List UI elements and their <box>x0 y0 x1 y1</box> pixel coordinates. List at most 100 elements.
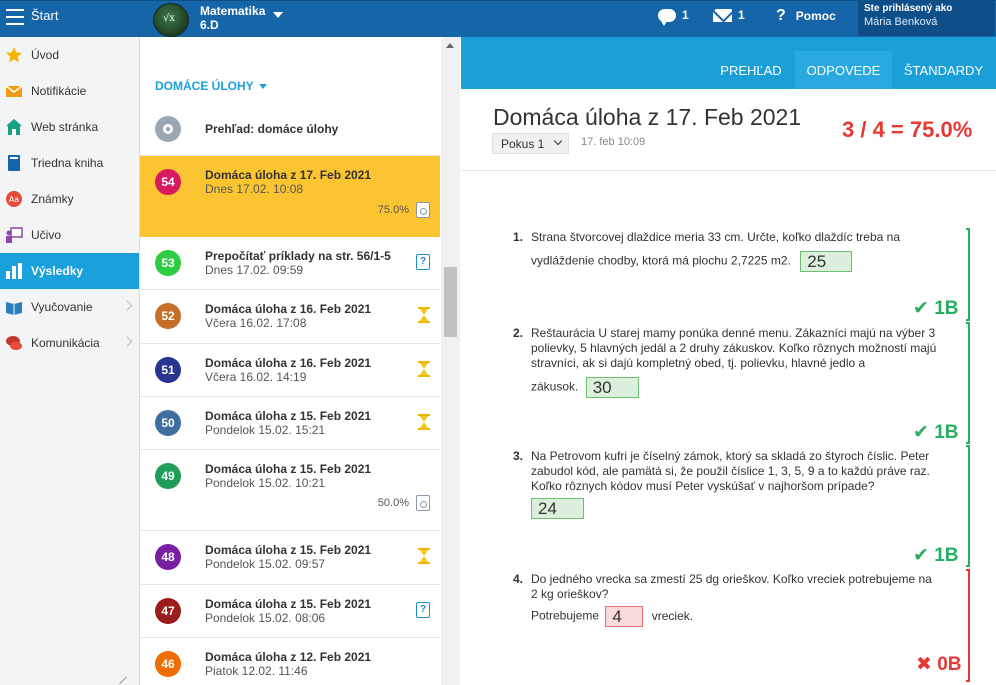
answer-box: 24 <box>531 498 584 519</box>
help-label: Pomoc <box>795 9 836 23</box>
teacher-icon <box>6 227 23 243</box>
question-4: 4. Do jedného vrecka sa zmestí 25 dg ori… <box>513 572 941 627</box>
homework-number-badge: 53 <box>155 250 181 276</box>
sidebar-item-label: Známky <box>31 192 74 206</box>
homework-date: Pondelok 15.02. 10:21 <box>205 476 326 490</box>
homework-number-badge: 51 <box>155 357 181 383</box>
chevron-down-icon[interactable] <box>273 12 283 18</box>
class-selector[interactable]: Matematika 6.D <box>200 4 265 32</box>
scroll-thumb[interactable] <box>444 267 457 337</box>
homework-filter[interactable]: DOMÁCE ÚLOHY <box>155 79 267 93</box>
sidebar-item-label: Úvod <box>31 48 60 62</box>
tab-standardy[interactable]: ŠTANDARDY <box>901 51 986 89</box>
homework-date: Dnes 17.02. 10:08 <box>205 182 304 196</box>
mail-button[interactable]: 1 <box>713 8 745 22</box>
messages-button[interactable]: 1 <box>658 8 689 26</box>
question-3: 3. Na Petrovom kufri je číselný zámok, k… <box>513 449 951 519</box>
homework-score: 75.0% <box>377 204 409 216</box>
sidebar-item-ucivo[interactable]: Učivo <box>0 217 139 253</box>
menu-icon[interactable] <box>6 9 24 25</box>
tab-odpovede[interactable]: ODPOVEDE <box>795 51 892 89</box>
sidebar-item-label: Triedna kniha <box>31 156 104 170</box>
question-text: Strana štvorcovej dlaždice meria 33 cm. … <box>531 230 900 244</box>
tab-prehlad[interactable]: PREHĽAD <box>711 51 791 89</box>
homework-title: Domáca úloha z 15. Feb 2021 <box>205 543 372 557</box>
homework-date: Pondelok 15.02. 09:57 <box>205 557 326 571</box>
question-number: 1. <box>513 230 524 244</box>
question-1: 1. Strana štvorcovej dlaždice meria 33 c… <box>513 230 931 272</box>
attempt-select[interactable]: Pokus 1 <box>492 133 569 154</box>
homework-row[interactable]: 50 Domáca úloha z 15. Feb 2021 Pondelok … <box>140 397 440 450</box>
question-text-continued: vydláždenie chodby, ktorá má plochu 2,72… <box>531 253 791 268</box>
scroll-up-arrow-icon[interactable] <box>446 43 454 48</box>
sidebar-item-vysledky[interactable]: Výsledky <box>0 253 139 289</box>
homework-row[interactable]: 49 Domáca úloha z 15. Feb 2021 Pondelok … <box>140 450 440 531</box>
class-avatar[interactable] <box>153 3 189 37</box>
envelope-icon <box>5 85 23 97</box>
mail-count: 1 <box>738 8 745 22</box>
homework-row[interactable]: 48 Domáca úloha z 15. Feb 2021 Pondelok … <box>140 531 440 585</box>
login-label: Ste prihlásený ako <box>864 3 953 14</box>
gear-icon <box>155 116 181 142</box>
question-points: ✔ 1B <box>913 298 959 319</box>
sidebar-item-label: Notifikácie <box>31 84 87 98</box>
user-account[interactable]: Ste prihlásený ako Mária Benková <box>858 1 995 36</box>
top-bar: Štart Matematika 6.D 1 1 ? Pomoc Ste pri… <box>0 0 996 37</box>
sidebar-item-label: Vyučovanie <box>31 300 93 314</box>
start-label[interactable]: Štart <box>31 8 58 23</box>
divider <box>461 170 996 171</box>
question-mark-icon: ? <box>776 7 786 24</box>
homework-score: 50.0% <box>377 497 409 509</box>
graded-document-icon <box>416 495 430 511</box>
sidebar-item-uvod[interactable]: Úvod <box>0 37 139 73</box>
homework-list-scrollbar[interactable] <box>441 37 460 685</box>
homework-row[interactable]: 53 Prepočítať príklady na str. 56/1-5 Dn… <box>140 237 440 290</box>
chevron-right-icon <box>122 336 133 347</box>
homework-number-badge: 47 <box>155 598 181 624</box>
homework-title: Domáca úloha z 15. Feb 2021 <box>205 597 372 611</box>
sidebar-item-web-stranka[interactable]: Web stránka <box>0 109 139 145</box>
help-button[interactable]: ? Pomoc <box>776 7 836 25</box>
answer-suffix: vreciek. <box>651 608 694 623</box>
homework-number-badge: 50 <box>155 410 181 436</box>
homework-row[interactable]: 51 Domáca úloha z 16. Feb 2021 Včera 16.… <box>140 344 440 397</box>
sidebar-item-komunikacia[interactable]: Komunikácia <box>0 325 139 361</box>
resize-handle[interactable] <box>119 676 127 685</box>
homework-title: Domáca úloha z 16. Feb 2021 <box>205 302 372 316</box>
homework-number-badge: 46 <box>155 651 181 677</box>
homework-list-panel: DOMÁCE ÚLOHY Prehľad: domáce úlohy 54 Do… <box>140 37 460 685</box>
question-number: 3. <box>513 449 524 463</box>
attempt-date: 17. feb 10:09 <box>581 136 646 148</box>
answer-prefix: Potrebujeme <box>531 608 600 623</box>
homework-title: DOMÁCE ÚLOHY <box>155 79 254 93</box>
homework-row[interactable]: 52 Domáca úloha z 16. Feb 2021 Včera 16.… <box>140 290 440 344</box>
question-number: 4. <box>513 572 524 586</box>
homework-date: Pondelok 15.02. 15:21 <box>205 423 326 437</box>
question-text: Reštaurácia U starej mamy ponúka denné m… <box>531 326 937 370</box>
question-points: ✔ 1B <box>913 545 959 566</box>
sidebar-item-label: Učivo <box>31 228 62 242</box>
question-document-icon: ? <box>416 602 430 618</box>
overview-row[interactable]: Prehľad: domáce úlohy <box>140 104 440 156</box>
question-document-icon: ? <box>416 254 430 270</box>
homework-row[interactable]: 47 Domáca úloha z 15. Feb 2021 Pondelok … <box>140 585 440 638</box>
sidebar-item-notifikacie[interactable]: Notifikácie <box>0 73 139 109</box>
hourglass-icon <box>418 307 430 323</box>
hourglass-icon <box>418 361 430 377</box>
homework-number-badge: 49 <box>155 463 181 489</box>
homework-row[interactable]: 46 Domáca úloha z 12. Feb 2021 Piatok 12… <box>140 638 440 685</box>
svg-text:Aa: Aa <box>9 195 19 204</box>
chevron-right-icon <box>122 300 133 311</box>
question-2: 2. Reštaurácia U starej mamy ponúka denn… <box>513 326 951 398</box>
answer-box: 25 <box>800 251 853 272</box>
sidebar-item-triedna-kniha[interactable]: Triedna kniha <box>0 145 139 181</box>
homework-title: Domáca úloha z 16. Feb 2021 <box>205 356 372 370</box>
answer-box: 30 <box>585 377 639 398</box>
sidebar-item-vyucovanie[interactable]: Vyučovanie <box>0 289 139 325</box>
sidebar-item-label: Komunikácia <box>31 336 100 350</box>
question-points: ✔ 1B <box>913 422 959 443</box>
sidebar-item-znamky[interactable]: Aa Známky <box>0 181 139 217</box>
homework-row[interactable]: 54 Domáca úloha z 17. Feb 2021 Dnes 17.0… <box>140 156 440 237</box>
grades-icon: Aa <box>6 191 22 207</box>
messages-count: 1 <box>682 8 689 22</box>
